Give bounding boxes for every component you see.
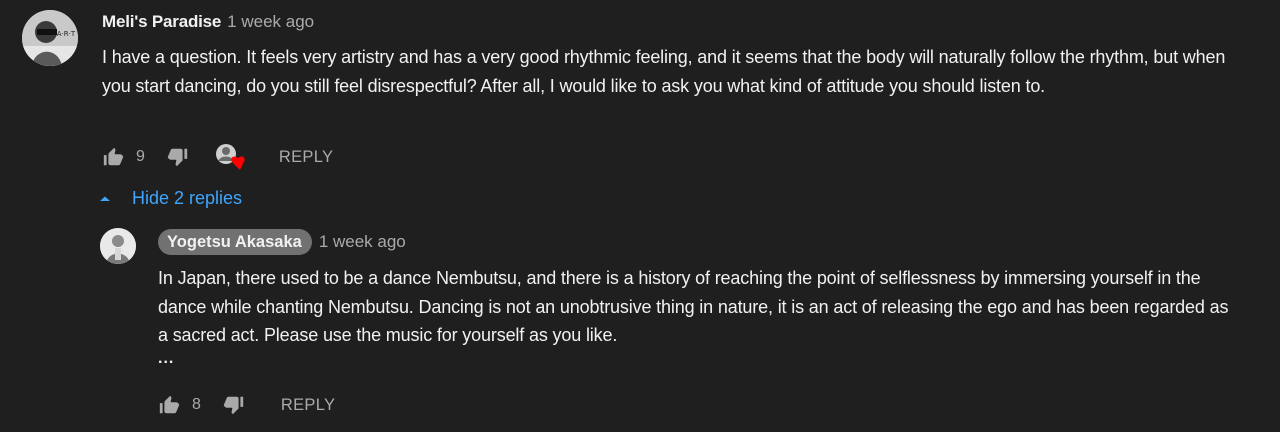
thumbs-up-icon (103, 147, 124, 166)
thumbs-down-icon (223, 396, 244, 415)
reply-like-count: 8 (192, 396, 201, 413)
reply-like-button[interactable] (158, 394, 180, 416)
comment-main: Meli's Paradise 1 week ago I have a ques… (102, 10, 1252, 100)
reply-text: In Japan, there used to be a dance Nembu… (158, 268, 1234, 345)
reply-author-chip[interactable]: Yogetsu Akasaka (158, 229, 312, 255)
reply-avatar-image (100, 228, 136, 264)
like-button[interactable] (102, 146, 124, 168)
reply-reply-button[interactable]: REPLY (281, 396, 335, 415)
hide-replies-label: Hide 2 replies (132, 188, 243, 208)
thumbs-down-icon (167, 148, 188, 167)
comment-author[interactable]: Meli's Paradise (102, 12, 221, 32)
thumbs-up-icon (159, 395, 180, 414)
reply-ellipsis: ... (158, 349, 175, 367)
reply-header: Yogetsu Akasaka 1 week ago (158, 228, 1238, 256)
comment-actions: 9 REPLY (102, 142, 333, 172)
reply-dislike-button[interactable] (223, 394, 245, 416)
caret-up-icon (100, 196, 110, 201)
comment-timestamp[interactable]: 1 week ago (227, 12, 314, 32)
avatar[interactable]: A·R·T (22, 10, 78, 66)
reply-main: Yogetsu Akasaka 1 week ago In Japan, the… (158, 228, 1238, 368)
reply-avatar[interactable] (100, 228, 136, 264)
comment-header: Meli's Paradise 1 week ago (102, 10, 1252, 34)
like-count: 9 (136, 148, 145, 165)
avatar-logo-text: A·R·T (57, 30, 76, 38)
creator-avatar-heart-icon (215, 144, 245, 170)
dislike-button[interactable] (167, 146, 189, 168)
reply-timestamp[interactable]: 1 week ago (319, 232, 406, 252)
comment-text: I have a question. It feels very artistr… (102, 47, 1231, 96)
reply-actions: 8 REPLY (158, 390, 335, 420)
hide-replies-button[interactable]: Hide 2 replies (98, 188, 242, 209)
avatar-image: A·R·T (22, 10, 78, 66)
creator-heart-badge[interactable] (215, 142, 249, 172)
reply-button[interactable]: REPLY (279, 148, 333, 167)
